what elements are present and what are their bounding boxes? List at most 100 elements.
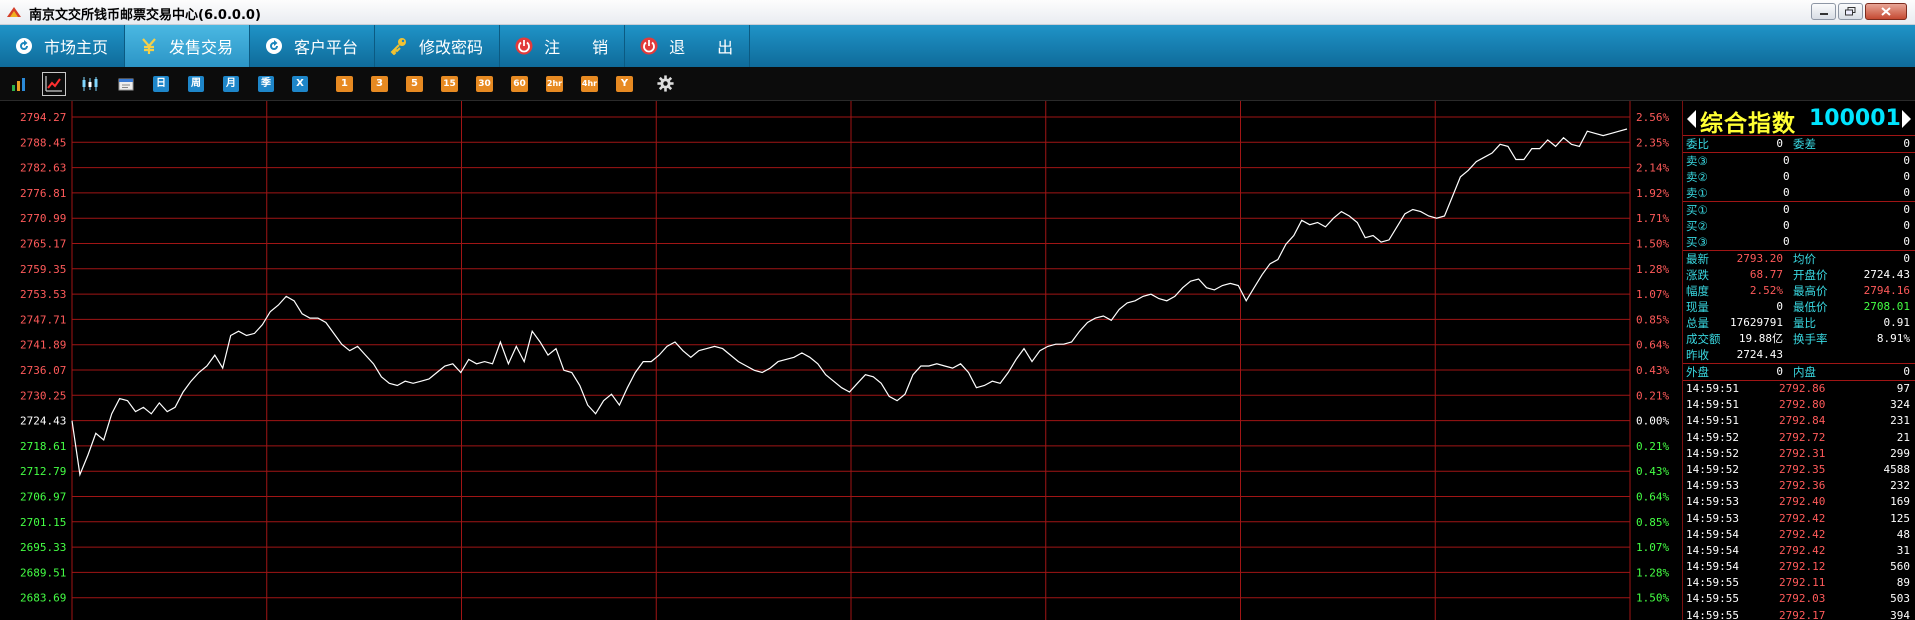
settings-button[interactable] xyxy=(656,74,674,92)
volume-chart-button[interactable] xyxy=(10,76,28,92)
quote-value: 68.77 xyxy=(1749,268,1783,281)
order-book-row: 买② 0 0 xyxy=(1683,218,1915,234)
y-right-tick-label: 1.28% xyxy=(1636,263,1669,276)
period-button-3[interactable]: 季 xyxy=(258,76,274,92)
quote-label-2: 委差 xyxy=(1793,137,1816,151)
refresh-icon xyxy=(264,36,284,56)
order-level-label: 买② xyxy=(1686,219,1708,233)
y-right-tick-label: 1.07% xyxy=(1636,288,1669,301)
quote-label-2: 均价 xyxy=(1793,252,1816,266)
candle-chart-button[interactable] xyxy=(80,76,100,92)
quote-row: 幅度 2.52% 最高价 2794.16 xyxy=(1683,283,1915,299)
prev-arrow-icon[interactable] xyxy=(1687,110,1696,128)
tick-row: 14:59:52 2792.72 21 xyxy=(1683,430,1915,446)
minute-button-3[interactable]: 15 xyxy=(441,76,458,92)
order-book-row: 卖② 0 0 xyxy=(1683,169,1915,185)
next-arrow-icon[interactable] xyxy=(1902,110,1911,128)
menu-item-label: 注 销 xyxy=(544,38,609,57)
y-right-tick-label: 1.50% xyxy=(1636,238,1669,251)
buy-orders-section: 买① 0 0 买② 0 0 买③ 0 0 xyxy=(1683,201,1915,250)
main-menu-bar: 市场主页 发售交易 客户平台 修改密码 注 销 退 出 xyxy=(0,25,1915,67)
minute-button-1[interactable]: 3 xyxy=(371,76,388,92)
close-icon xyxy=(1881,7,1891,16)
quote-value-2: 0 xyxy=(1903,365,1910,378)
y-left-tick-label: 2736.07 xyxy=(20,364,66,377)
candlestick-icon xyxy=(82,77,98,91)
order-volume: 0 xyxy=(1903,219,1910,232)
tick-row: 14:59:55 2792.17 394 xyxy=(1683,608,1915,620)
period-button-2[interactable]: 月 xyxy=(223,76,239,92)
menu-item-5[interactable]: 退 出 xyxy=(625,25,751,67)
quote-label: 最新 xyxy=(1686,252,1709,266)
stats-section: 最新 2793.20 均价 0 涨跌 68.77 开盘价 2724.43 幅度 2.52% 最高价 2… xyxy=(1683,250,1915,363)
y-left-tick-label: 2776.81 xyxy=(20,187,66,200)
quote-value-2: 2724.43 xyxy=(1863,268,1910,281)
quote-value-2: 0 xyxy=(1903,137,1910,150)
minute-button-6[interactable]: 2hr xyxy=(546,76,563,92)
minute-button-0[interactable]: 1 xyxy=(336,76,353,92)
quote-label-2: 量比 xyxy=(1793,316,1816,330)
tick-volume: 231 xyxy=(1890,414,1910,428)
tick-volume: 324 xyxy=(1890,398,1910,412)
close-button[interactable] xyxy=(1865,3,1907,20)
period-button-0[interactable]: 日 xyxy=(153,76,169,92)
minute-button-8[interactable]: Y xyxy=(616,76,633,92)
y-left-tick-label: 2788.45 xyxy=(20,136,66,149)
period-button-1[interactable]: 周 xyxy=(188,76,204,92)
power-icon xyxy=(639,36,659,56)
quote-row: 委比 0 委差 0 xyxy=(1683,136,1915,152)
tick-row: 14:59:54 2792.42 48 xyxy=(1683,527,1915,543)
index-code: 100001 xyxy=(1809,106,1901,131)
y-left-tick-label: 2695.33 xyxy=(20,541,66,554)
tick-volume: 4588 xyxy=(1883,462,1911,476)
menu-item-2[interactable]: 客户平台 xyxy=(250,25,376,67)
quote-row: 成交额 19.88亿 换手率 8.91% xyxy=(1683,331,1915,347)
y-left-tick-label: 2770.99 xyxy=(20,212,66,225)
refresh-icon xyxy=(14,36,34,56)
maximize-button[interactable] xyxy=(1838,3,1863,20)
power-icon xyxy=(514,36,534,56)
menu-item-0[interactable]: 市场主页 xyxy=(0,25,126,67)
calendar-button[interactable] xyxy=(117,76,135,92)
minute-button-2[interactable]: 5 xyxy=(406,76,423,92)
quote-label: 昨收 xyxy=(1686,348,1709,362)
tick-volume: 97 xyxy=(1896,382,1910,395)
menu-item-3[interactable]: 修改密码 xyxy=(375,25,501,67)
period-button-4[interactable]: X xyxy=(292,76,308,92)
quote-value: 17629791 xyxy=(1730,316,1783,329)
minute-button-4[interactable]: 30 xyxy=(476,76,493,92)
tick-price: 2792.80 xyxy=(1779,398,1826,412)
quote-value: 0 xyxy=(1776,137,1783,150)
minute-button-5[interactable]: 60 xyxy=(511,76,528,92)
minimize-button[interactable] xyxy=(1811,3,1836,20)
y-left-tick-label: 2730.25 xyxy=(20,389,66,402)
y-right-tick-label: 2.35% xyxy=(1636,136,1669,149)
y-right-tick-label: 0.64% xyxy=(1636,339,1669,352)
quote-label: 委比 xyxy=(1686,137,1709,151)
index-name: 综合指数 xyxy=(1700,111,1796,137)
tick-volume: 394 xyxy=(1890,608,1910,620)
tick-row: 14:59:55 2792.03 503 xyxy=(1683,591,1915,607)
key-icon xyxy=(389,36,409,56)
order-volume: 0 xyxy=(1903,170,1910,183)
tick-row: 14:59:53 2792.36 232 xyxy=(1683,478,1915,494)
tick-volume: 560 xyxy=(1890,560,1910,574)
tick-time: 14:59:53 xyxy=(1686,479,1739,493)
tick-volume: 89 xyxy=(1896,576,1910,590)
quote-value: 2724.43 xyxy=(1736,348,1783,361)
y-left-tick-label: 2724.43 xyxy=(20,415,66,428)
order-level-label: 卖② xyxy=(1686,170,1708,184)
bar-chart-icon xyxy=(12,78,25,91)
minute-button-7[interactable]: 4hr xyxy=(581,76,598,92)
line-chart-button[interactable] xyxy=(42,72,66,96)
tick-row: 14:59:51 2792.80 324 xyxy=(1683,397,1915,413)
menu-item-4[interactable]: 注 销 xyxy=(500,25,626,67)
tick-volume: 21 xyxy=(1896,430,1910,444)
tick-row: 14:59:52 2792.31 299 xyxy=(1683,446,1915,462)
tick-time: 14:59:55 xyxy=(1686,576,1739,590)
tick-row: 14:59:55 2792.11 89 xyxy=(1683,575,1915,591)
quote-value: 19.88亿 xyxy=(1738,332,1783,345)
intraday-chart[interactable]: 2794.27 2788.45 2782.63 2776.81 2770.99 2765.… xyxy=(0,101,1682,620)
menu-item-1[interactable]: 发售交易 xyxy=(125,25,251,67)
y-left-tick-label: 2706.97 xyxy=(20,491,66,504)
